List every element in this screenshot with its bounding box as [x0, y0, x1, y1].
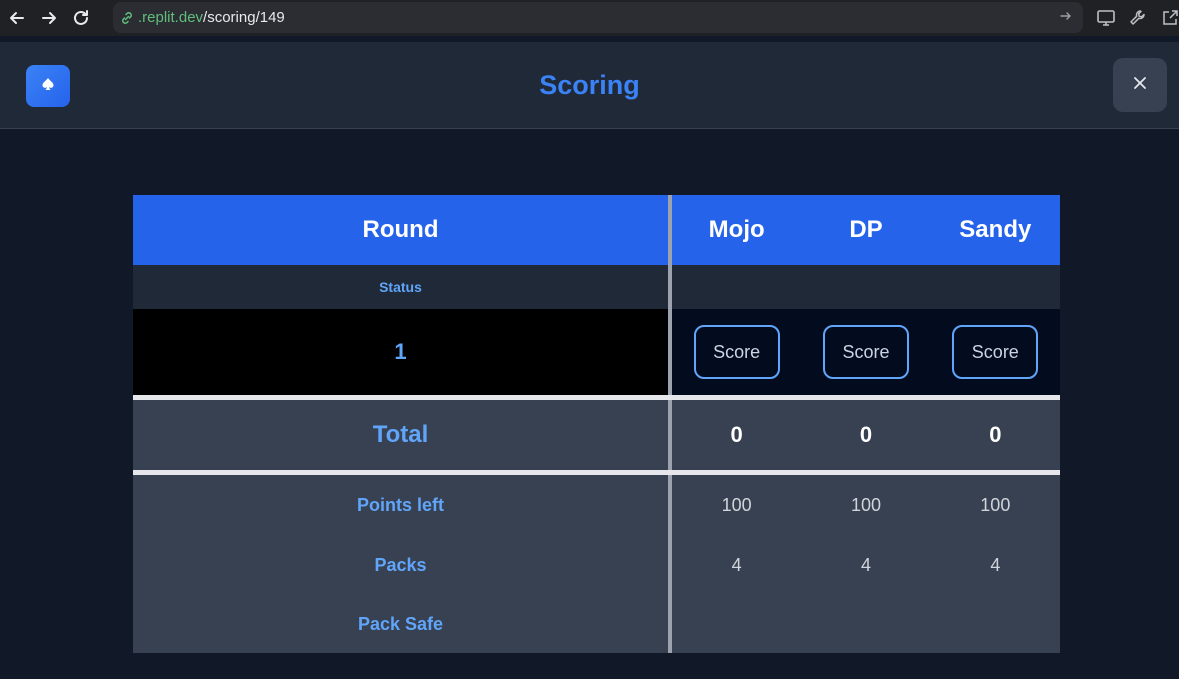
status-row: Status	[133, 265, 1060, 309]
stat-label: Points left	[356, 494, 444, 515]
wrench-icon[interactable]	[1128, 8, 1148, 28]
total-value: 0	[859, 422, 873, 447]
stat-value: 4	[860, 554, 871, 575]
link-icon	[119, 10, 135, 26]
stat-value	[801, 595, 930, 653]
stat-value: 4	[990, 554, 1001, 575]
packs-row: Packs 4 4 4	[133, 535, 1060, 595]
stat-value	[672, 595, 801, 653]
stat-label: Packs	[374, 554, 427, 575]
stat-value: 100	[850, 494, 882, 515]
score-button[interactable]: Score	[822, 325, 909, 379]
round-column-header: Round	[362, 216, 439, 243]
back-arrow-icon[interactable]	[4, 5, 30, 31]
player-header: Sandy	[959, 216, 1032, 243]
total-value: 0	[730, 422, 743, 447]
reload-icon[interactable]	[68, 5, 94, 31]
round-number: 1	[133, 309, 668, 395]
player-header: DP	[849, 216, 883, 243]
open-external-icon[interactable]	[1160, 8, 1179, 28]
pack-safe-row: Pack Safe	[133, 595, 1060, 653]
round-row: 1 Score Score Score	[133, 309, 1060, 395]
stat-label: Pack Safe	[357, 613, 444, 634]
close-icon	[1132, 75, 1148, 96]
forward-arrow-icon[interactable]	[36, 5, 62, 31]
total-label: Total	[372, 421, 429, 448]
go-arrow-icon[interactable]	[1059, 9, 1073, 27]
url-path: /scoring/149	[203, 9, 285, 26]
monitor-icon[interactable]	[1096, 8, 1116, 28]
close-button[interactable]	[1113, 58, 1167, 112]
browser-toolbar: .replit.dev/scoring/149	[0, 0, 1179, 36]
total-row: Total 0 0 0	[133, 400, 1060, 470]
points-left-row: Points left 100 100 100	[133, 475, 1060, 535]
stat-value: 100	[980, 494, 1011, 515]
stat-value: 100	[721, 494, 752, 515]
page-title: Scoring	[539, 70, 640, 100]
player-header: Mojo	[708, 216, 765, 243]
app-header: Scoring	[0, 42, 1179, 129]
status-label: Status	[379, 279, 422, 295]
table-header-row: Round Mojo DP Sandy	[133, 195, 1060, 265]
stat-value: 4	[731, 554, 742, 575]
scoring-table: Round Mojo DP Sandy Status 1 Score Score…	[133, 195, 1060, 653]
url-host: .replit.dev	[138, 9, 204, 26]
stat-value	[931, 595, 1060, 653]
total-value: 0	[989, 422, 1002, 447]
address-bar[interactable]: .replit.dev/scoring/149	[113, 2, 1083, 33]
score-button[interactable]: Score	[693, 325, 780, 379]
score-button[interactable]: Score	[952, 325, 1039, 379]
